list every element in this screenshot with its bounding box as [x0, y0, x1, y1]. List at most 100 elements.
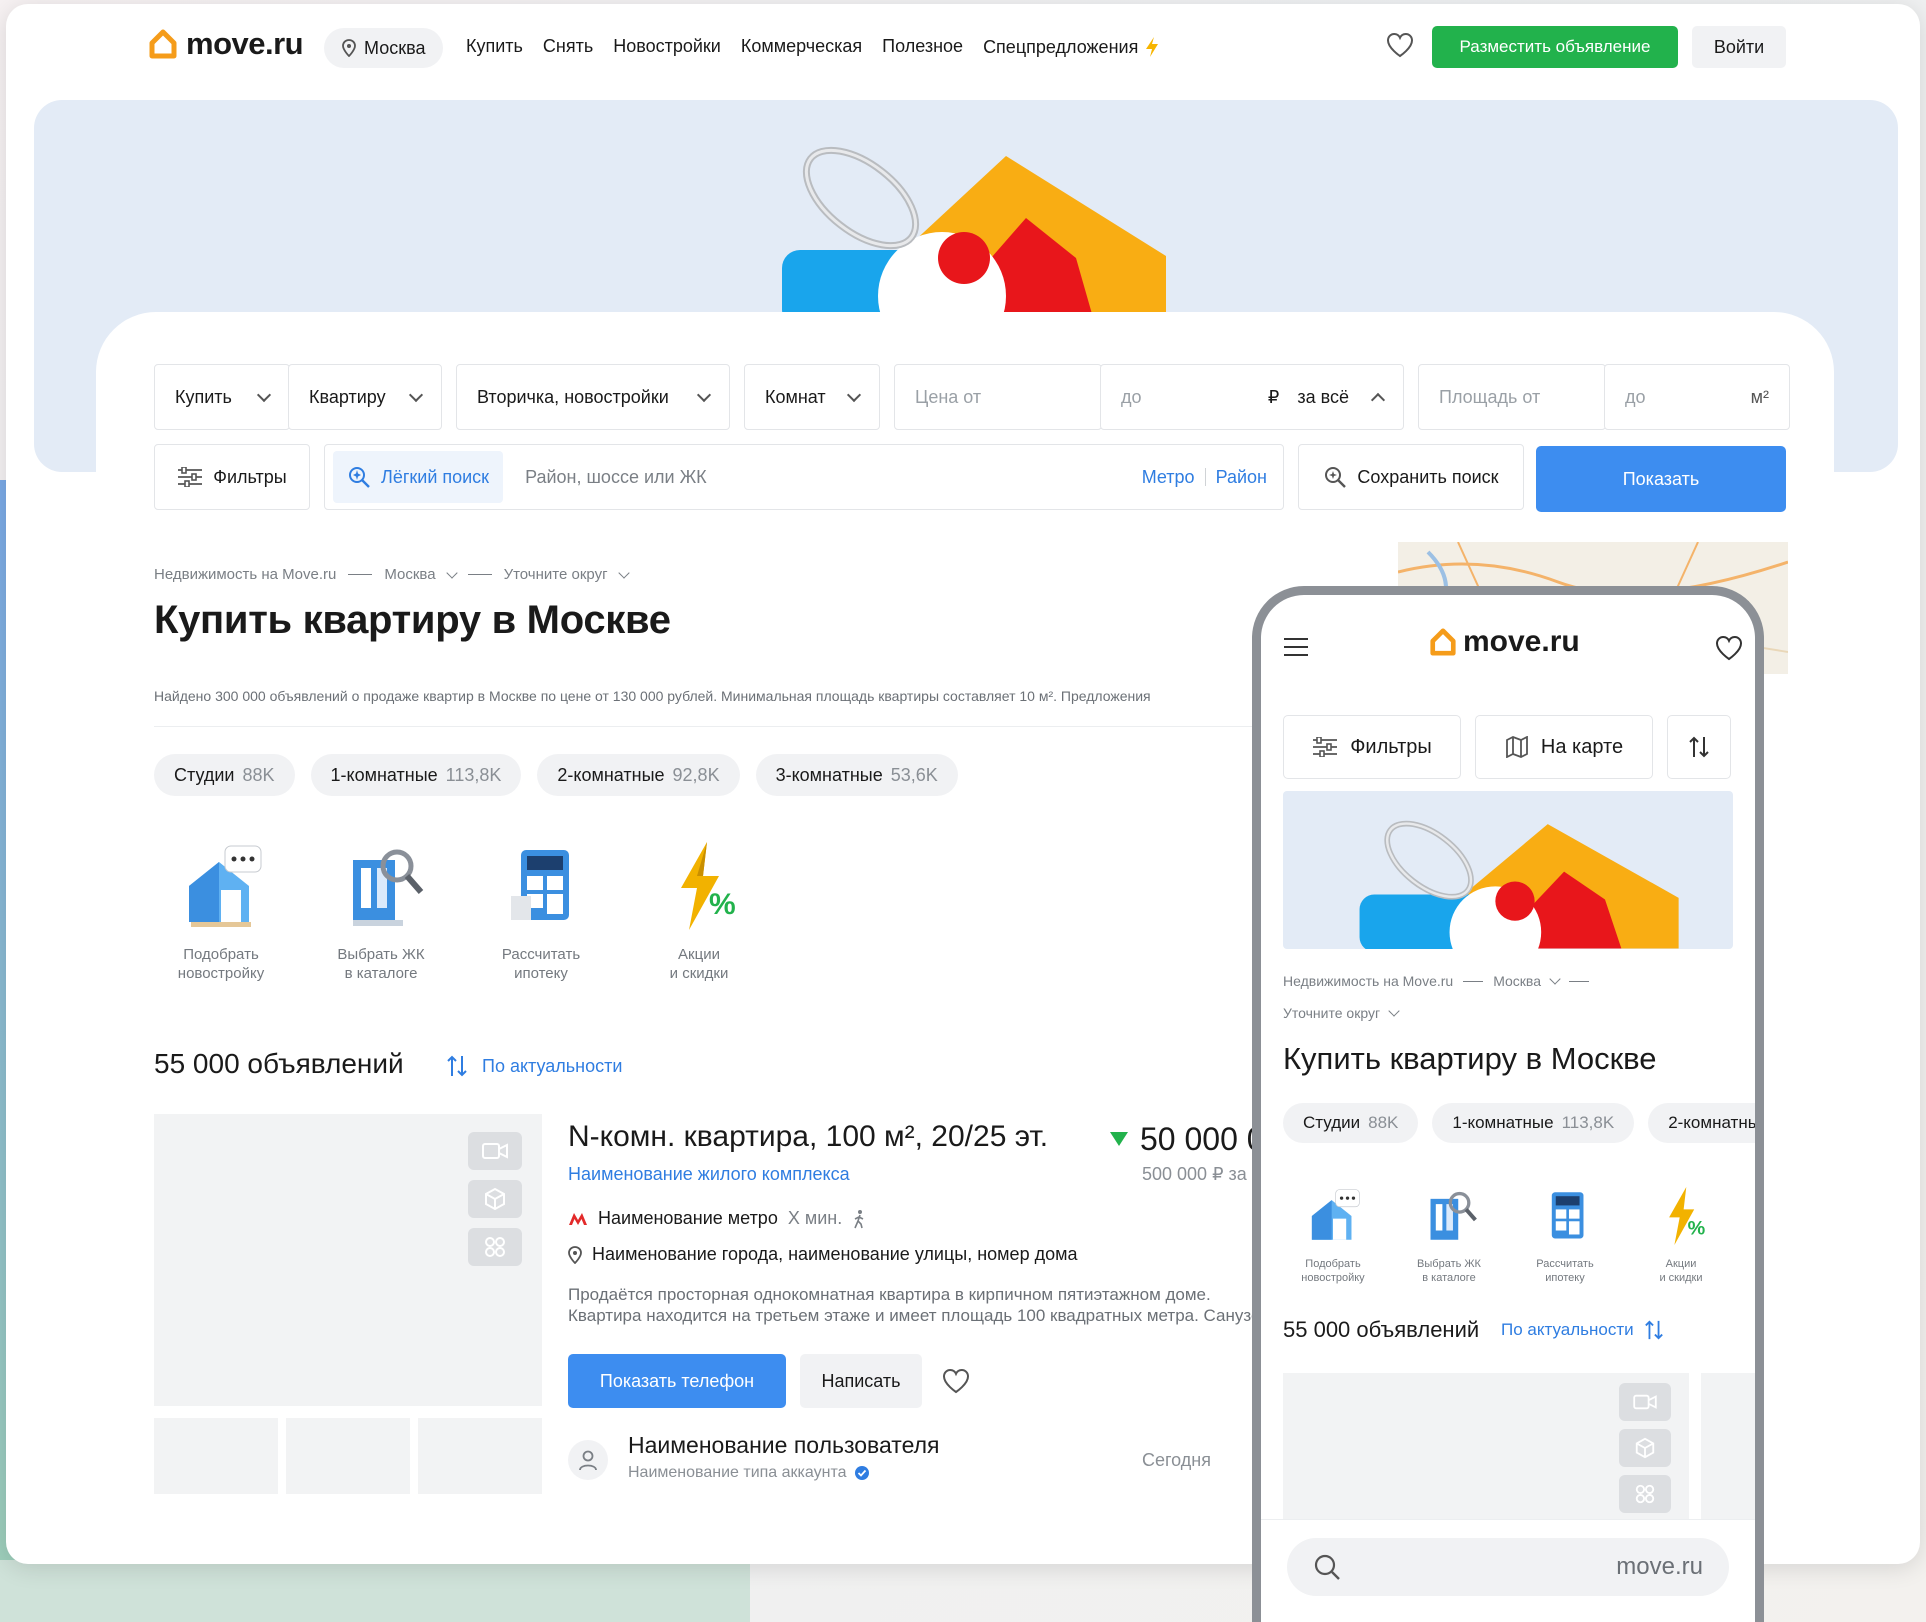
listing-thumb[interactable] [418, 1418, 542, 1494]
rooms-value: Комнат [765, 386, 826, 407]
mobile-service-promotions[interactable]: % Акции и скидки [1631, 1183, 1731, 1285]
mobile-service-mortgage[interactable]: Рассчитать ипотеку [1515, 1183, 1615, 1285]
mobile-sort-control[interactable]: По актуальности [1501, 1319, 1664, 1341]
user-type: Наименование типа аккаунта [628, 1464, 870, 1482]
chip-2-room[interactable]: 2-комнатные 92,8K [537, 754, 740, 796]
chip-label: 2-комнатные [1668, 1113, 1764, 1132]
filters-button[interactable]: Фильтры [154, 444, 310, 510]
metro-link[interactable]: Метро [1142, 467, 1195, 488]
nav-useful[interactable]: Полезное [882, 36, 963, 58]
property-type-select[interactable]: Квартиру [288, 364, 442, 430]
listing-complex-link[interactable]: Наименование жилого комплекса [568, 1164, 850, 1185]
area-from-input[interactable]: Площадь от [1418, 364, 1606, 430]
chip-2-room[interactable]: 2-комнатные [1648, 1103, 1764, 1143]
breadcrumb-home[interactable]: Недвижимость на Move.ru [1283, 973, 1453, 989]
chip-1-room[interactable]: 1-комнатные 113,8K [310, 754, 522, 796]
metro-logo-icon [569, 1212, 587, 1225]
listing-metro: Наименование метро X мин. [568, 1208, 866, 1229]
save-search-icon [1325, 467, 1347, 488]
description-line: Продаётся просторная однокомнатная кварт… [568, 1285, 1211, 1304]
chip-studios[interactable]: Студии 88K [1283, 1103, 1419, 1143]
avatar[interactable] [568, 1440, 608, 1480]
breadcrumb-home[interactable]: Недвижимость на Move.ru [154, 566, 336, 583]
chevron-down-icon[interactable] [445, 566, 458, 579]
mobile-service-pick-new-building[interactable]: Подобрать новостройку [1283, 1183, 1383, 1285]
service-mortgage-calculator[interactable]: Рассчитать ипотеку [466, 836, 616, 983]
listing-thumb[interactable] [154, 1418, 278, 1494]
area-to-input[interactable]: до м² [1604, 364, 1790, 430]
chip-3-room[interactable]: 3-комнатные 53,6K [755, 754, 958, 796]
nav-rent[interactable]: Снять [543, 36, 593, 58]
favorites-heart-icon[interactable] [1386, 32, 1414, 58]
location-search-field[interactable]: Лёгкий поиск Район, шоссе или ЖК Метро Р… [324, 444, 1284, 510]
mobile-logo[interactable]: move.ru [1429, 625, 1580, 659]
rooms-select[interactable]: Комнат [744, 364, 880, 430]
chip-1-room[interactable]: 1-комнатные 113,8K [1432, 1103, 1635, 1143]
district-link[interactable]: Район [1216, 467, 1267, 488]
favorites-heart-icon[interactable] [1715, 635, 1743, 661]
listing-thumb[interactable] [286, 1418, 410, 1494]
service-label: ипотеку [514, 965, 568, 982]
3d-tour-button[interactable] [468, 1180, 522, 1218]
logo-text: move.ru [186, 26, 304, 61]
chevron-down-icon[interactable] [1388, 1005, 1400, 1017]
mobile-browser-bar: move.ru [1261, 1519, 1755, 1622]
calculator-icon [1551, 1192, 1584, 1239]
3d-tour-button[interactable] [1619, 1429, 1671, 1467]
chevron-down-icon[interactable] [1549, 973, 1561, 985]
chevron-down-icon[interactable] [617, 566, 630, 579]
breadcrumb-separator [1463, 980, 1484, 982]
mobile-listing-photo-next[interactable] [1701, 1373, 1755, 1523]
breadcrumb-city[interactable]: Москва [384, 566, 435, 583]
plan-button[interactable] [1619, 1475, 1671, 1513]
mobile-sort-button[interactable] [1667, 715, 1731, 779]
service-label: Выбрать ЖК [337, 946, 425, 963]
listing-title[interactable]: N-комн. квартира, 100 м², 20/25 эт. [568, 1120, 1048, 1154]
mobile-results-count: 55 000 объявлений [1283, 1317, 1480, 1342]
service-promotions[interactable]: % Акции и скидки [624, 836, 774, 983]
sort-control[interactable]: По актуальности [446, 1054, 622, 1078]
save-search-button[interactable]: Сохранить поиск [1298, 444, 1524, 510]
nav-new-buildings[interactable]: Новостройки [613, 36, 721, 58]
market-select[interactable]: Вторичка, новостройки [456, 364, 730, 430]
service-pick-new-building[interactable]: Подобрать новостройку [146, 836, 296, 983]
chevron-up-icon[interactable] [1370, 392, 1386, 407]
breadcrumb-district[interactable]: Уточните округ [504, 566, 608, 583]
breadcrumb-separator [467, 574, 492, 575]
price-mode-toggle[interactable]: за всё [1297, 387, 1349, 408]
mobile-address-bar[interactable]: move.ru [1287, 1538, 1729, 1596]
nav-buy[interactable]: Купить [466, 36, 523, 58]
mobile-map-button[interactable]: На карте [1475, 715, 1653, 779]
mobile-service-choose-complex[interactable]: Выбрать ЖК в каталоге [1399, 1183, 1499, 1285]
walking-person-icon [854, 1209, 864, 1228]
divider [1204, 468, 1206, 486]
show-results-button[interactable]: Показать [1536, 446, 1786, 512]
mobile-filters-button[interactable]: Фильтры [1283, 715, 1461, 779]
user-name[interactable]: Наименование пользователя [628, 1432, 939, 1459]
city-selector[interactable]: Москва [324, 28, 444, 68]
video-button[interactable] [1619, 1383, 1671, 1421]
video-button[interactable] [468, 1132, 522, 1170]
easy-search-toggle[interactable]: Лёгкий поиск [333, 451, 504, 503]
service-label: и скидки [1659, 1272, 1703, 1284]
logo[interactable]: move.ru [148, 26, 304, 62]
price-from-input[interactable]: Цена от [894, 364, 1102, 430]
service-label: Подобрать [183, 946, 259, 963]
breadcrumb-district[interactable]: Уточните округ [1283, 1005, 1380, 1021]
nav-special-offers[interactable]: Спецпредложения [983, 36, 1160, 58]
nav-commercial[interactable]: Коммерческая [741, 36, 862, 58]
breadcrumb-city[interactable]: Москва [1493, 973, 1541, 989]
deal-select[interactable]: Купить [154, 364, 290, 430]
plan-button[interactable] [468, 1228, 522, 1266]
service-choose-complex[interactable]: Выбрать ЖК в каталоге [306, 836, 456, 983]
chip-studios[interactable]: Студии 88K [154, 754, 295, 796]
write-button[interactable]: Написать [800, 1354, 922, 1408]
favorite-heart-icon[interactable] [942, 1368, 970, 1394]
menu-hamburger-icon[interactable] [1283, 637, 1309, 657]
post-ad-button[interactable]: Разместить объявление [1432, 26, 1678, 68]
chip-label: 3-комнатные [775, 764, 883, 785]
show-phone-button[interactable]: Показать телефон [568, 1354, 786, 1408]
svg-text:%: % [709, 888, 736, 921]
login-button[interactable]: Войти [1692, 26, 1786, 68]
price-to-input[interactable]: до ₽ за всё [1100, 364, 1404, 430]
